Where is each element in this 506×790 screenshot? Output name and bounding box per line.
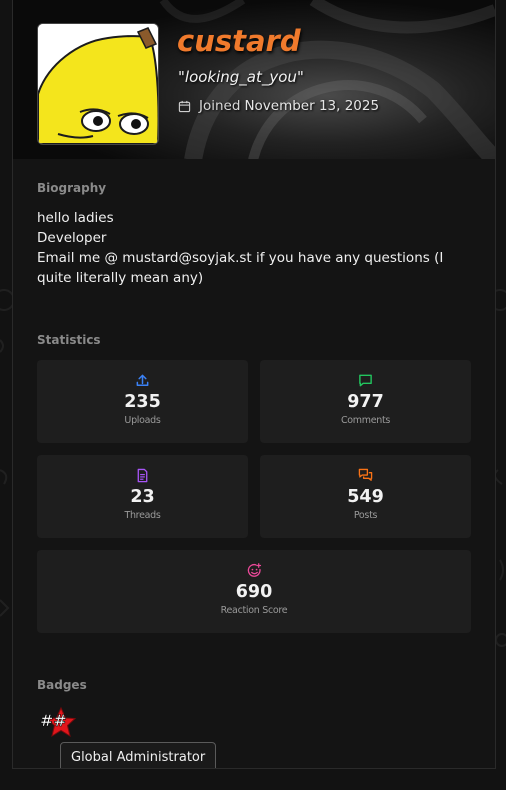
bio-line: Email me @ mustard@soyjak.st if you have… xyxy=(37,250,444,286)
joined-date-row: Joined November 13, 2025 xyxy=(178,98,379,114)
stat-value: 235 xyxy=(124,392,161,412)
upload-icon xyxy=(136,374,149,386)
stat-comments: 977 Comments xyxy=(260,360,471,443)
stat-label: Uploads xyxy=(124,415,161,426)
badge-glyph: ## xyxy=(40,711,67,730)
document-icon xyxy=(137,468,148,483)
messages-icon xyxy=(358,468,373,481)
bio-line: Developer xyxy=(37,230,107,246)
stat-label: Comments xyxy=(340,415,391,426)
comment-icon xyxy=(359,374,372,387)
pepe-banana-avatar-icon xyxy=(38,24,158,144)
profile-card: custard "looking_at_you" Joined November… xyxy=(12,0,496,769)
joined-label: Joined xyxy=(199,98,241,114)
biography-heading: Biography xyxy=(37,181,107,195)
stat-label: Threads xyxy=(124,510,161,521)
stat-uploads: 235 Uploads xyxy=(37,360,248,443)
joined-date: November 13, 2025 xyxy=(244,98,380,114)
stat-posts: 549 Posts xyxy=(260,455,471,538)
stat-value: 23 xyxy=(130,487,155,507)
calendar-icon xyxy=(178,100,191,112)
stat-value: 977 xyxy=(347,392,384,412)
badges-heading: Badges xyxy=(37,678,87,692)
status-message: "looking_at_you" xyxy=(178,68,304,86)
stat-threads: 23 Threads xyxy=(37,455,248,538)
stat-label: Posts xyxy=(353,510,378,521)
badge-global-administrator[interactable]: ## xyxy=(37,706,77,742)
stat-label: Reaction Score xyxy=(220,605,288,616)
statistics-heading: Statistics xyxy=(37,333,101,347)
biography-text: hello ladies Developer Email me @ mustar… xyxy=(37,208,477,288)
avatar[interactable] xyxy=(37,23,159,145)
username: custard xyxy=(177,24,301,58)
stat-value: 549 xyxy=(347,487,384,507)
hashtag-star-badge-icon: ## xyxy=(40,706,77,738)
badge-tooltip: Global Administrator xyxy=(60,742,217,768)
bio-line: hello ladies xyxy=(37,210,114,226)
profile-banner: custard "looking_at_you" Joined November… xyxy=(13,0,495,159)
stat-value: 690 xyxy=(235,582,273,602)
stat-reaction-score: 690 Reaction Score xyxy=(37,550,471,633)
smiley-plus-icon xyxy=(247,563,261,577)
